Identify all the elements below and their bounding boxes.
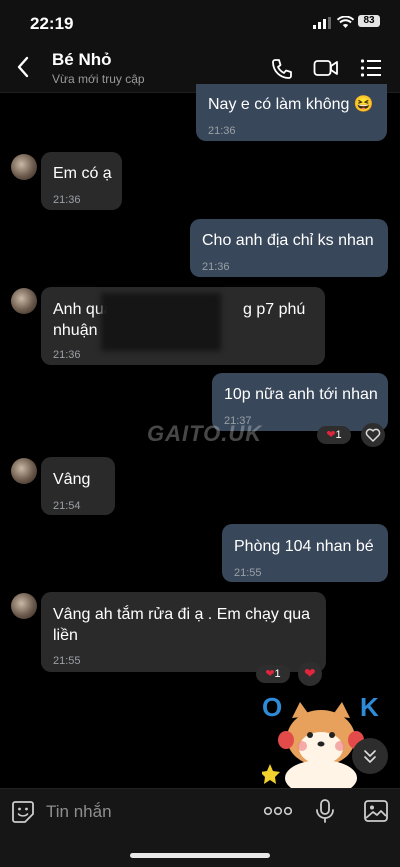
battery-icon: 83	[358, 15, 380, 27]
message-incoming[interactable]: Vâng 21:54	[41, 457, 115, 515]
message-incoming[interactable]: Anh qua g p7 phú nhuận 21:36	[41, 287, 325, 365]
contact-avatar[interactable]	[11, 593, 37, 619]
contact-avatar[interactable]	[11, 154, 37, 180]
message-text-line: nhuận	[53, 322, 98, 339]
message-time: 21:36	[53, 194, 81, 206]
heart-filled-icon: ❤	[304, 665, 316, 681]
message-incoming[interactable]: Vâng ah tắm rửa đi ạ . Em chạy qua liền …	[41, 592, 326, 672]
react-button[interactable]	[361, 423, 385, 447]
message-text-line: Vâng ah tắm rửa đi ạ . Em chạy qua	[53, 606, 311, 623]
message-text: Phòng 104 nhan bé	[234, 538, 374, 555]
chevron-double-down-icon	[364, 750, 376, 763]
message-text-line: liền	[53, 627, 78, 644]
message-text: Vâng	[53, 471, 91, 488]
cellular-signal-icon	[313, 17, 331, 29]
message-text-line: g p7 phú	[243, 301, 306, 318]
scroll-down-button[interactable]	[352, 738, 388, 774]
message-time: 21:54	[53, 500, 81, 512]
reaction-badge[interactable]: ❤1	[317, 426, 351, 444]
message-time: 21:36	[208, 125, 236, 137]
heart-outline-icon	[365, 428, 381, 442]
message-text: Em có ạ	[53, 165, 112, 182]
message-time: 21:36	[53, 349, 81, 361]
status-bar: 22:19 83	[0, 0, 400, 44]
more-options-icon[interactable]	[264, 806, 292, 816]
heart-reaction-icon: ❤	[265, 668, 275, 680]
emoji-sticker-icon[interactable]	[10, 799, 36, 825]
image-gallery-icon[interactable]	[363, 799, 389, 823]
contact-avatar[interactable]	[11, 288, 37, 314]
message-time: 21:55	[234, 567, 262, 579]
back-arrow-icon[interactable]	[16, 56, 30, 78]
menu-list-icon[interactable]	[360, 57, 382, 79]
home-indicator	[130, 853, 270, 858]
message-text: Nay e có làm không 😆	[208, 96, 374, 113]
wifi-icon	[337, 16, 354, 28]
message-input[interactable]: Tin nhắn	[46, 802, 112, 822]
watermark: GAITO.UK	[147, 421, 263, 446]
contact-status: Vừa mới truy cập	[52, 72, 145, 86]
redacted-area	[101, 293, 221, 351]
video-call-icon[interactable]	[313, 57, 339, 79]
message-outgoing[interactable]: Phòng 104 nhan bé 21:55	[222, 524, 388, 582]
microphone-icon[interactable]	[315, 798, 335, 824]
message-outgoing[interactable]: Nay e có làm không 😆 21:36	[196, 84, 387, 141]
message-time: 21:55	[53, 655, 81, 667]
reaction-count: 1	[335, 429, 342, 441]
clock: 22:19	[30, 14, 74, 33]
reaction-count: 1	[274, 668, 281, 680]
message-incoming[interactable]: Em có ạ 21:36	[41, 152, 122, 210]
react-button[interactable]: ❤	[298, 662, 322, 686]
contact-avatar[interactable]	[11, 458, 37, 484]
message-outgoing[interactable]: Cho anh địa chỉ ks nhan 21:36	[190, 219, 388, 277]
heart-reaction-icon: ❤	[326, 429, 336, 441]
phone-call-icon[interactable]	[270, 57, 294, 81]
reaction-badge[interactable]: ❤1	[256, 665, 290, 683]
contact-name[interactable]: Bé Nhỏ	[52, 50, 112, 70]
message-time: 21:36	[202, 261, 230, 273]
message-text: 10p nữa anh tới nhan	[224, 386, 378, 403]
message-text: Cho anh địa chỉ ks nhan	[202, 232, 374, 249]
